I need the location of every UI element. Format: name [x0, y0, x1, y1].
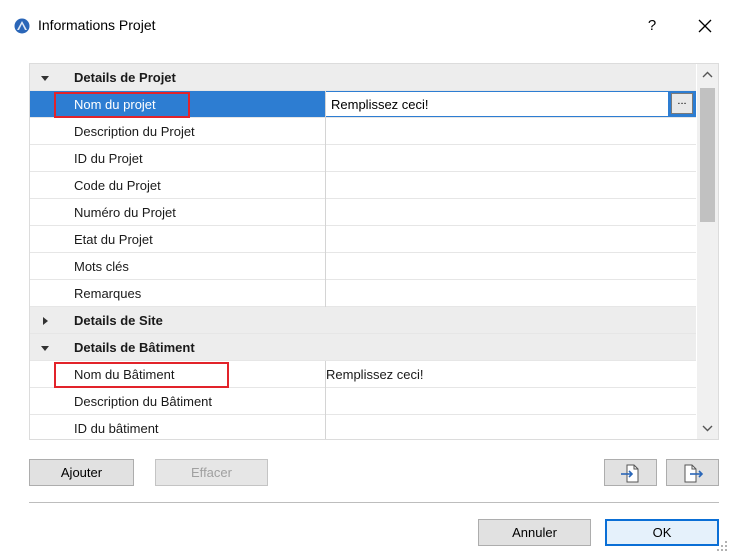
column-separator: [325, 388, 326, 415]
delete-button[interactable]: Effacer: [155, 459, 268, 486]
group-label: Details de Site: [74, 313, 163, 328]
tree-item-row[interactable]: Description du Projet: [30, 118, 696, 145]
column-separator: [325, 145, 326, 172]
cancel-button[interactable]: Annuler: [478, 519, 591, 546]
property-name: Nom du Bâtiment: [74, 367, 175, 382]
import-button[interactable]: [604, 459, 657, 486]
close-icon[interactable]: [693, 14, 717, 38]
scrollbar-thumb[interactable]: [700, 88, 715, 222]
property-name: Description du Projet: [74, 124, 195, 139]
tree-item-row[interactable]: Mots clés: [30, 253, 696, 280]
tree-item-row[interactable]: Etat du Projet: [30, 226, 696, 253]
column-separator: [325, 172, 326, 199]
title-bar: Informations Projet ?: [0, 0, 730, 52]
column-separator: [325, 118, 326, 145]
app-logo-icon: [14, 18, 30, 34]
vertical-scrollbar[interactable]: [697, 64, 718, 439]
scroll-down-icon[interactable]: [697, 417, 718, 439]
column-separator: [325, 415, 326, 439]
property-name: Remarques: [74, 286, 142, 301]
tree-group-row[interactable]: Details de Bâtiment: [30, 334, 696, 361]
tree-item-row[interactable]: ID du Projet: [30, 145, 696, 172]
property-name: Mots clés: [74, 259, 129, 274]
property-name: Numéro du Projet: [74, 205, 176, 220]
group-label: Details de Bâtiment: [74, 340, 195, 355]
column-separator: [325, 253, 326, 280]
collapse-triangle-icon[interactable]: [40, 343, 50, 353]
tree-rows: Details de Projet Nom du projet Remplissez…: [30, 64, 696, 439]
property-value[interactable]: Remplissez ceci!: [326, 367, 424, 382]
export-button[interactable]: [666, 459, 719, 486]
browse-button[interactable]: ...: [671, 93, 693, 114]
group-label: Details de Projet: [74, 70, 176, 85]
collapse-triangle-icon[interactable]: [40, 73, 50, 83]
column-separator: [325, 199, 326, 226]
add-button[interactable]: Ajouter: [29, 459, 134, 486]
property-name: Code du Projet: [74, 178, 161, 193]
export-icon: [684, 464, 703, 483]
tree-item-row[interactable]: Nom du Bâtiment Remplissez ceci!: [30, 361, 696, 388]
column-separator: [325, 226, 326, 253]
scroll-up-icon[interactable]: [697, 64, 718, 86]
property-value[interactable]: Remplissez ceci!: [331, 97, 429, 112]
property-name: Nom du projet: [74, 97, 156, 112]
tree-item-row[interactable]: Description du Bâtiment: [30, 388, 696, 415]
property-name: Description du Bâtiment: [74, 394, 213, 409]
window-title: Informations Projet: [38, 17, 156, 33]
tree-item-row[interactable]: Numéro du Projet: [30, 199, 696, 226]
help-button[interactable]: ?: [640, 14, 664, 38]
property-name: ID du bâtiment: [74, 421, 159, 436]
tree-item-row[interactable]: ID du bâtiment: [30, 415, 696, 439]
tree-group-row[interactable]: Details de Site: [30, 307, 696, 334]
import-icon: [620, 464, 638, 483]
tree-item-row[interactable]: Nom du projet Remplissez ceci!...: [30, 91, 696, 118]
footer-divider: [29, 502, 719, 503]
tree-item-row[interactable]: Remarques: [30, 280, 696, 307]
project-info-tree[interactable]: Details de Projet Nom du projet Remplissez…: [29, 63, 719, 440]
tree-item-row[interactable]: Code du Projet: [30, 172, 696, 199]
property-name: Etat du Projet: [74, 232, 153, 247]
column-separator: [325, 280, 326, 307]
resize-grip-icon[interactable]: [716, 540, 728, 552]
ok-button[interactable]: OK: [605, 519, 719, 546]
expand-triangle-icon[interactable]: [40, 316, 50, 326]
property-name: ID du Projet: [74, 151, 143, 166]
tree-group-row[interactable]: Details de Projet: [30, 64, 696, 91]
